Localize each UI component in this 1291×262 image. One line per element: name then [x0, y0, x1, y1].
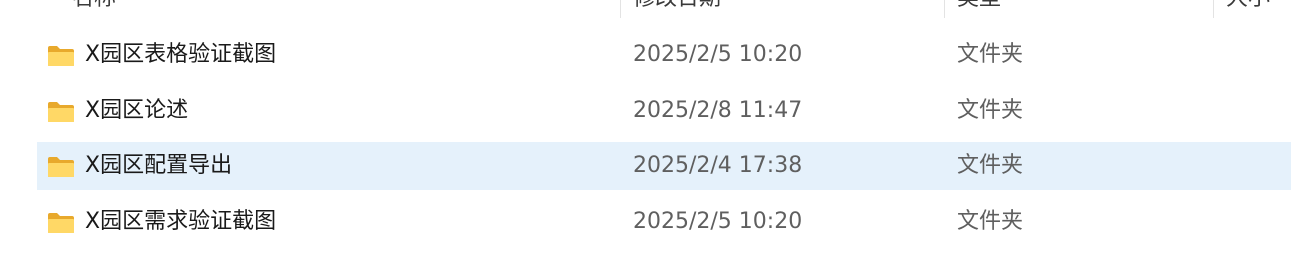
file-type: 文件夹 [957, 42, 1024, 67]
file-row-selected[interactable]: X园区配置导出 2025/2/4 17:38 文件夹 [37, 142, 1291, 190]
file-type: 文件夹 [957, 153, 1024, 178]
file-row[interactable]: X园区论述 2025/2/8 11:47 文件夹 [37, 87, 1291, 135]
file-type: 文件夹 [957, 98, 1024, 123]
folder-icon [48, 102, 74, 122]
folder-icon [48, 213, 74, 233]
file-modified-date: 2025/2/4 17:38 [633, 153, 803, 178]
file-row[interactable]: X园区需求验证截图 2025/2/5 10:20 文件夹 [37, 198, 1291, 246]
file-list: X园区表格验证截图 2025/2/5 10:20 文件夹 X园区论述 2025/… [0, 0, 1291, 262]
file-name: X园区配置导出 [85, 153, 233, 178]
file-modified-date: 2025/2/8 11:47 [633, 98, 803, 123]
file-name: X园区需求验证截图 [85, 209, 277, 234]
file-modified-date: 2025/2/5 10:20 [633, 209, 803, 234]
file-row[interactable]: X园区表格验证截图 2025/2/5 10:20 文件夹 [37, 31, 1291, 79]
file-modified-date: 2025/2/5 10:20 [633, 42, 803, 67]
file-type: 文件夹 [957, 209, 1024, 234]
folder-icon [48, 46, 74, 66]
folder-icon [48, 157, 74, 177]
file-name: X园区表格验证截图 [85, 42, 277, 67]
file-name: X园区论述 [85, 98, 189, 123]
